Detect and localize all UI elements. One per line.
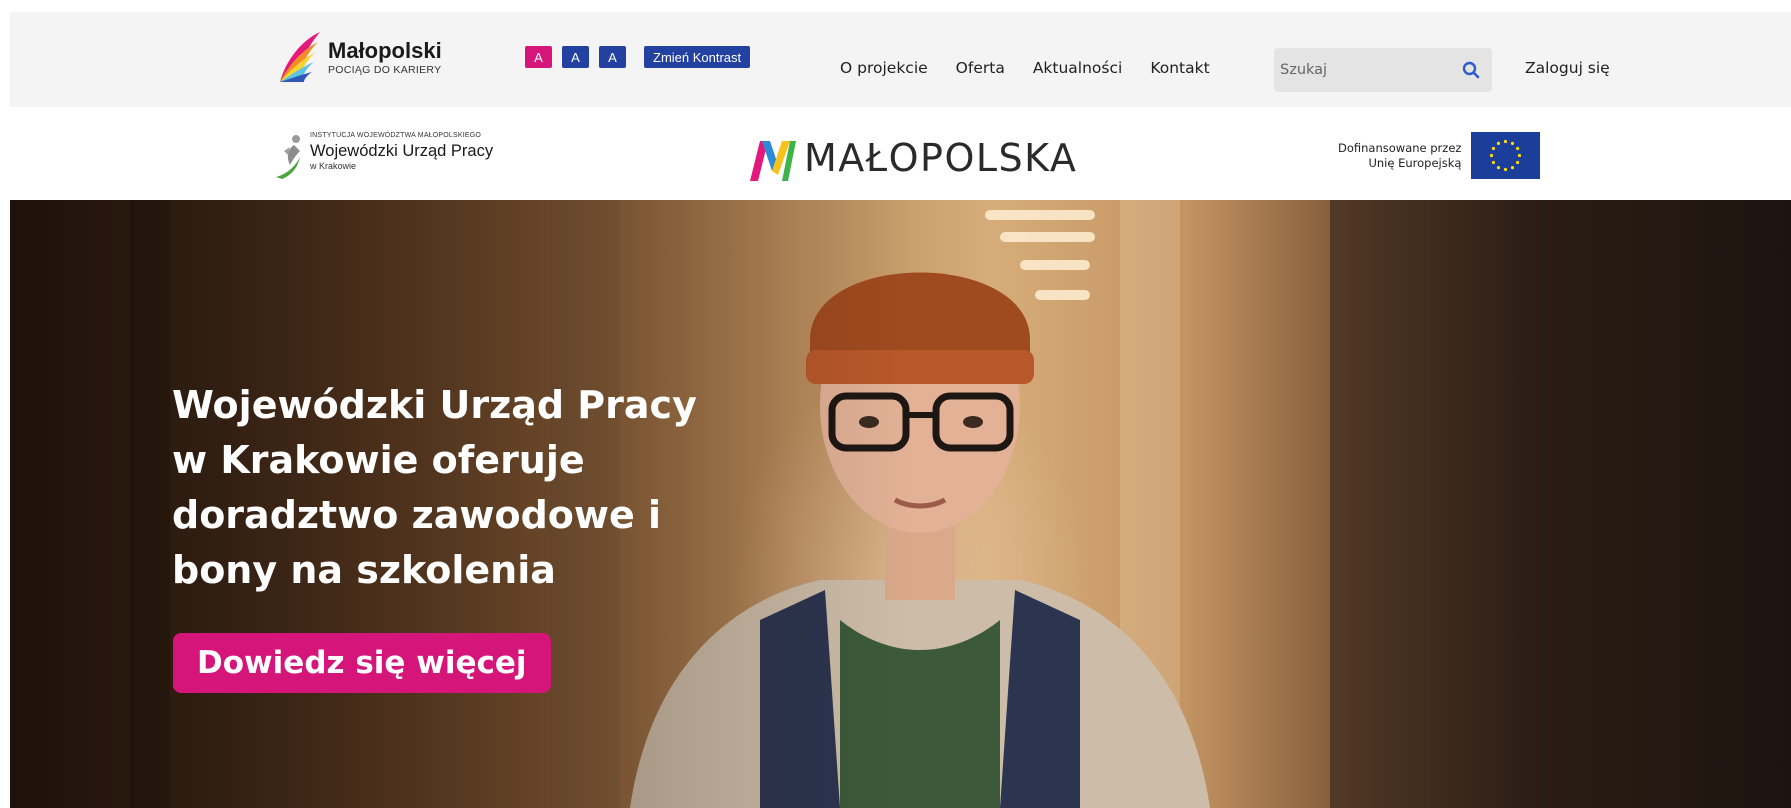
top-cropped-heading: ​ [0,0,1791,12]
eu-flag-icon [1471,132,1541,179]
search-input[interactable] [1280,62,1450,78]
search-icon[interactable] [1462,61,1480,79]
hero-background-wall [1330,200,1791,808]
logo-subtitle: POCIĄG DO KARIERY [328,64,442,76]
malopolska-wordmark: MAŁOPOLSKA [804,136,1078,180]
wup-figure-icon [274,131,308,179]
accessibility-controls: A A A Zmień Kontrast [525,46,751,68]
wup-title: Wojewódzki Urząd Pracy [310,142,494,160]
search-box [1274,48,1492,92]
wup-logo[interactable]: INSTYTUCJA WOJEWÓDZTWA MAŁOPOLSKIEGO Woj… [274,131,493,179]
contrast-toggle-button[interactable]: Zmień Kontrast [644,46,751,68]
wup-city: w Krakowie [310,161,357,171]
font-size-medium-button[interactable]: A [562,46,589,68]
menu-item-aktualnosci[interactable]: Aktualności [1033,59,1123,77]
eu-funding-logo[interactable]: Dofinansowane przez Unię Europejską [1338,132,1541,179]
eu-line-2: Unię Europejską [1368,155,1462,170]
menu-item-oferta[interactable]: Oferta [956,59,1005,77]
menu-item-kontakt[interactable]: Kontakt [1150,59,1209,77]
eu-line-1: Dofinansowane przez [1338,140,1462,155]
wup-small-caption: INSTYTUCJA WOJEWÓDZTWA MAŁOPOLSKIEGO [310,132,482,139]
font-size-normal-button[interactable]: A [525,46,552,68]
font-size-large-button[interactable]: A [599,46,626,68]
learn-more-button[interactable]: Dowiedz się więcej [173,633,551,693]
site-logo[interactable]: Małopolski POCIĄG DO KARIERY [276,28,442,88]
partner-logos-bar: INSTYTUCJA WOJEWÓDZTWA MAŁOPOLSKIEGO Woj… [0,107,1791,200]
rainbow-wave-logo-icon [276,30,324,86]
logo-title: Małopolski [328,38,442,63]
menu-item-o-projekcie[interactable]: O projekcie [840,59,928,77]
hero-banner: Wojewódzki Urząd Pracy w Krakowie oferuj… [10,200,1791,808]
main-menu: O projekcie Oferta Aktualności Kontakt [840,59,1238,77]
login-link[interactable]: Zaloguj się [1525,59,1610,77]
malopolska-logo[interactable]: MAŁOPOLSKA [748,135,1077,181]
top-navbar: Małopolski POCIĄG DO KARIERY A A A Zmień… [10,12,1791,107]
hero-title: Wojewódzki Urząd Pracy w Krakowie oferuj… [172,383,697,592]
malopolska-m-icon [750,141,796,181]
